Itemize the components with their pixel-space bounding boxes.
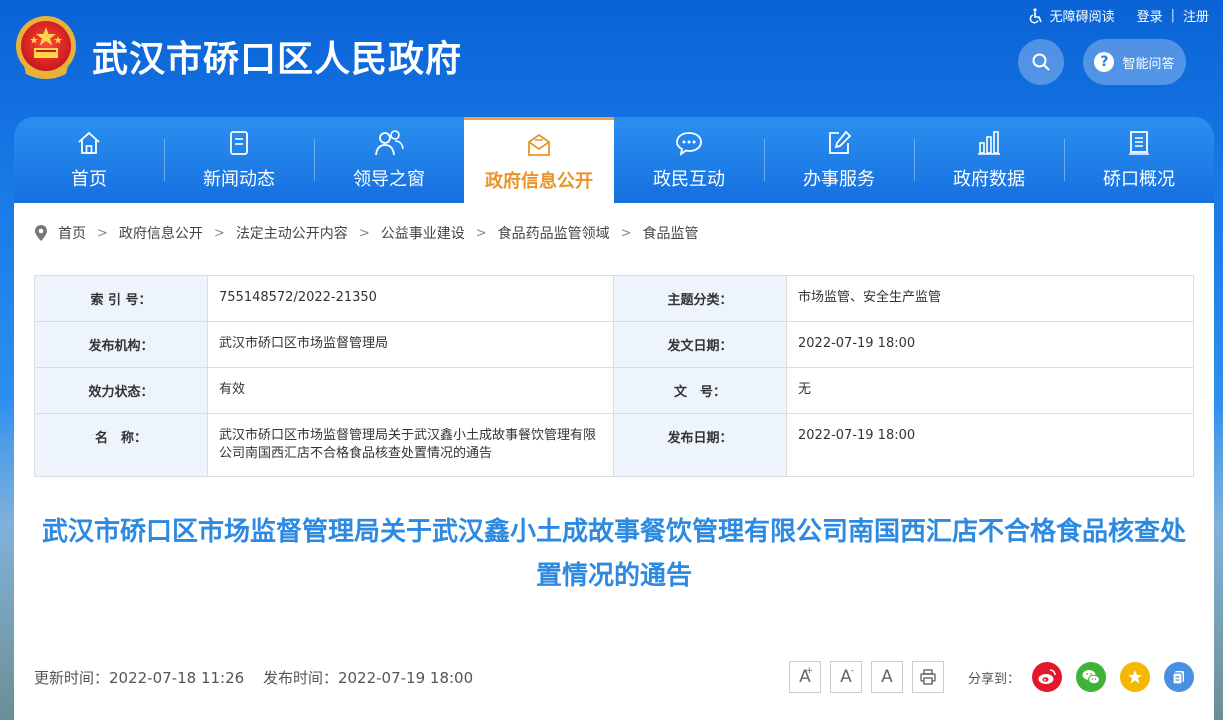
nav-label: 新闻动态 [203,169,275,190]
doc-no-value: 无 [786,367,1194,414]
qzone-icon[interactable] [1120,662,1150,692]
breadcrumb-food-drug[interactable]: 食品药品监管领域 [498,223,610,243]
table-row: 发布机构： 武汉市硚口区市场监督管理局 发文日期： 2022-07-19 18:… [34,321,1194,368]
breadcrumb-separator: > [97,225,108,241]
breadcrumb: 首页 > 政府信息公开 > 法定主动公开内容 > 公益事业建设 > 食品药品监管… [34,223,699,243]
nav-item-data[interactable]: 政府数据 [914,117,1064,203]
nav-label: 办事服务 [803,169,875,190]
font-reset-button[interactable]: A [871,661,903,693]
print-button[interactable] [912,661,944,693]
font-reset-glyph: A [881,667,893,687]
breadcrumb-food-supervision[interactable]: 食品监管 [643,223,699,243]
nav-item-gov-info[interactable]: 政府信息公开 [464,117,614,203]
plus-mark: + [805,666,813,676]
nav-item-leaders[interactable]: 领导之窗 [314,117,464,203]
bar-chart-icon [978,131,1000,155]
list-icon [1129,131,1149,155]
publish-date-label: 发布日期： [613,413,787,477]
printer-icon [920,669,936,685]
font-increase-button[interactable]: A + [789,661,821,693]
document-icon [230,131,248,155]
table-row: 名 称： 武汉市硚口区市场监督管理局关于武汉鑫小土成故事餐饮管理有限公司南国西汇… [34,413,1194,477]
search-icon [1032,53,1050,71]
nav-label: 政民互动 [653,169,725,190]
edit-icon [829,130,852,154]
accessibility-label: 无障碍阅读 [1049,10,1115,25]
wechat-icon[interactable] [1076,662,1106,692]
nav-item-overview[interactable]: 硚口概况 [1064,117,1214,203]
smart-qa-label: 智能问答 [1122,56,1175,72]
nav-item-interaction[interactable]: 政民互动 [614,117,764,203]
breadcrumb-separator: > [213,225,225,241]
nav-label: 领导之窗 [353,169,425,190]
share-bar: 分享到： [968,662,1194,692]
index-value: 755148572/2022-21350 [207,275,614,322]
article-info-bar: 更新时间：2022-07-18 11:26 发布时间：2022-07-19 18… [34,660,1194,694]
minus-mark: - [850,666,854,676]
mail-icon [528,133,550,156]
category-label: 主题分类： [613,275,787,322]
table-row: 索 引 号： 755148572/2022-21350 主题分类： 市场监管、安… [34,275,1194,322]
wheelchair-icon [1029,7,1042,23]
nav-label: 首页 [71,169,107,190]
document-meta-table: 索 引 号： 755148572/2022-21350 主题分类： 市场监管、安… [34,275,1194,477]
published-time: 发布时间：2022-07-19 18:00 [262,668,474,687]
background-skyline-left [0,400,14,720]
doc-date-value: 2022-07-19 18:00 [786,321,1194,368]
top-links: 无障碍阅读 登录 | 注册 [1028,6,1209,25]
copy-link-icon[interactable] [1164,662,1194,692]
breadcrumb-statutory[interactable]: 法定主动公开内容 [236,223,348,243]
location-pin-icon [35,225,47,241]
home-icon [78,131,100,154]
name-label: 名 称： [34,413,208,477]
site-title[interactable]: 武汉市硚口区人民政府 [92,30,462,82]
updated-time: 更新时间：2022-07-18 11:26 [34,668,245,687]
nav-item-news[interactable]: 新闻动态 [164,117,314,203]
doc-date-label: 发文日期： [613,321,787,368]
share-label: 分享到： [967,671,1020,687]
breadcrumb-separator: > [475,225,487,241]
accessibility-link[interactable]: 无障碍阅读 [1028,6,1115,25]
nav-label: 政府数据 [953,169,1025,190]
agency-label: 发布机构： [34,321,208,368]
nav-item-home[interactable]: 首页 [14,117,164,203]
chat-icon [676,132,702,157]
nav-label: 政府信息公开 [485,170,593,192]
article-title: 武汉市硚口区市场监督管理局关于武汉鑫小土成故事餐饮管理有限公司南国西汇店不合格食… [41,517,1186,591]
index-label: 索 引 号： [34,275,208,322]
nav-label: 硚口概况 [1103,169,1175,190]
question-icon: ? [1094,52,1115,72]
breadcrumb-home[interactable]: 首页 [58,223,86,243]
article-times: 更新时间：2022-07-18 11:26 发布时间：2022-07-19 18… [34,667,473,688]
nav-item-services[interactable]: 办事服务 [764,117,914,203]
font-decrease-button[interactable]: A - [830,661,862,693]
breadcrumb-gov-info[interactable]: 政府信息公开 [119,223,203,243]
breadcrumb-separator: > [358,225,370,241]
table-row: 效力状态： 有效 文 号： 无 [34,367,1194,414]
status-value: 有效 [207,367,614,414]
login-link[interactable]: 登录 [1137,6,1163,25]
main-nav: 首页 新闻动态 领导之窗 政府信息公开 政民互动 办事服务 政府数据 硚口概况 [14,117,1214,203]
publish-date-value: 2022-07-19 18:00 [786,413,1194,477]
content-panel: 首页 > 政府信息公开 > 法定主动公开内容 > 公益事业建设 > 食品药品监管… [14,203,1214,720]
category-value: 市场监管、安全生产监管 [786,275,1194,322]
search-button[interactable] [1018,39,1064,85]
top-links-separator: | [1170,8,1175,23]
breadcrumb-public-welfare[interactable]: 公益事业建设 [381,223,465,243]
people-icon [375,130,404,156]
smart-qa-button[interactable]: ? 智能问答 [1083,39,1186,85]
national-emblem-icon[interactable] [14,14,78,82]
name-value: 武汉市硚口区市场监督管理局关于武汉鑫小土成故事餐饮管理有限公司南国西汇店不合格食… [207,413,614,477]
doc-no-label: 文 号： [613,367,787,414]
font-tools: A + A - A [789,661,944,693]
breadcrumb-separator: > [620,225,632,241]
weibo-icon[interactable] [1032,662,1062,692]
register-link[interactable]: 注册 [1183,6,1209,25]
status-label: 效力状态： [34,367,208,414]
agency-value: 武汉市硚口区市场监督管理局 [207,321,614,368]
